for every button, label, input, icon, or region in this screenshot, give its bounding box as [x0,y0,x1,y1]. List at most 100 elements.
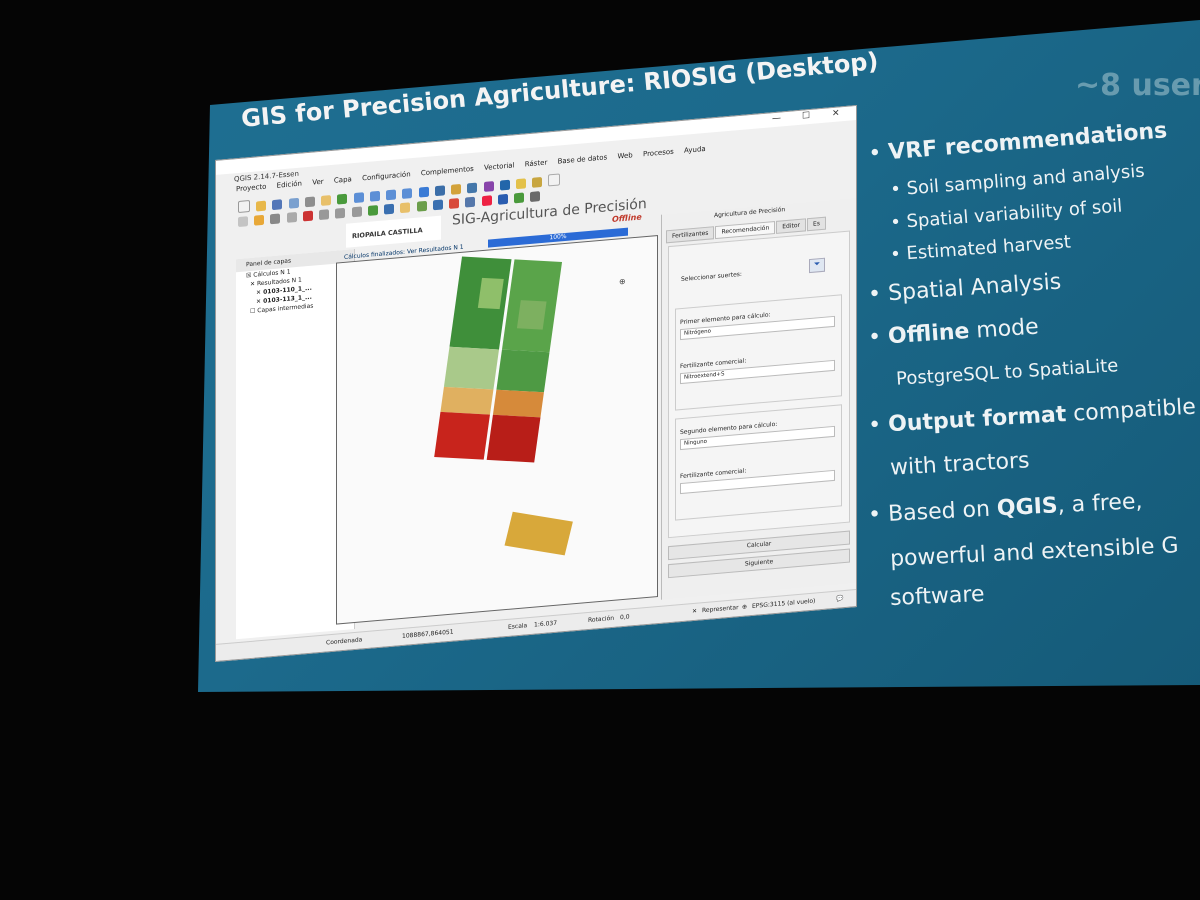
menu-complementos[interactable]: Complementos [421,165,474,178]
toggle-edit-icon[interactable] [254,214,265,226]
pan-to-selection-icon[interactable] [337,193,348,205]
plugin-b-icon[interactable] [432,199,443,211]
map-canvas[interactable]: ⊕ [336,235,658,625]
select-suertes-label: Seleccionar suertes: [681,270,742,284]
menu-base-de-datos[interactable]: Base de datos [558,153,608,165]
render-label: Representar [702,604,739,615]
bullet-prefix: • [889,243,908,266]
bullet-text: with tractors [889,448,1031,481]
menu-configuracion[interactable]: Configuración [362,170,411,182]
menu-ayuda[interactable]: Ayuda [684,145,706,155]
map-svg: ⊕ [434,256,626,556]
edit-pencil-icon[interactable] [238,216,248,228]
render-checkbox-icon[interactable]: ✕ [692,608,697,615]
menu-capa[interactable]: Capa [334,175,352,185]
measure-icon[interactable] [499,179,510,191]
delete-feature-icon[interactable] [302,210,313,222]
bullet-prefix: • [867,281,890,308]
company-logo: RIOPAILA CASTILLA [346,215,441,248]
crs-button[interactable]: EPSG:3115 (al vuelo) [752,598,815,610]
field-patch [516,300,547,330]
small-field-polygon [504,511,573,556]
bullet-software: software [889,582,984,611]
bullet-text: mode [968,314,1040,344]
identify-icon[interactable] [434,185,445,197]
scale-value[interactable]: 1:6.037 [534,620,557,629]
menu-edicion[interactable]: Edición [277,180,302,190]
bullet-text: , a free, [1057,489,1144,519]
plugin-d-icon[interactable] [465,196,476,208]
menu-vectorial[interactable]: Vectorial [484,161,515,172]
pan-hand-icon[interactable] [321,195,332,206]
help-icon[interactable] [548,173,561,187]
bullet-prefix: • [867,140,890,167]
bullet-output-format: • Output format compatible [868,395,1197,439]
sum-icon[interactable] [483,181,494,192]
add-vector-icon[interactable] [384,203,395,215]
plugin-e-icon[interactable] [481,195,492,207]
coordinate-label: Coordenada [326,636,363,647]
bullet-text: Estimated harvest [905,231,1072,265]
plugin-a-icon[interactable] [416,200,427,212]
plugin-c-icon[interactable] [449,198,460,209]
tab-es[interactable]: Es [807,216,826,232]
zoom-in-icon[interactable] [353,192,364,204]
field-mid-west [443,346,500,390]
close-icon[interactable]: ✕ [832,108,840,119]
tab-fertilizantes[interactable]: Fertilizantes [666,226,715,244]
plugin-f-icon[interactable] [513,192,524,204]
slide-bullets: • VRF recommendations • Soil sampling an… [860,0,1200,900]
new-project-icon[interactable] [238,199,250,214]
paste-icon[interactable] [351,206,362,218]
bullet-spatial-variability: • Spatial variability of soil [890,196,1123,234]
copy-icon[interactable] [335,207,346,219]
rotation-value[interactable]: 0,0 [620,613,630,621]
cut-icon[interactable] [319,209,330,221]
bullet-bold: Offline [887,318,971,350]
filter-icon[interactable]: ⏷ [809,257,825,274]
crs-icon: ⊕ [742,603,748,611]
add-raster-icon[interactable] [367,205,378,216]
menu-web[interactable]: Web [617,151,632,160]
tips-icon[interactable] [532,176,543,188]
bullet-postgresql: PostgreSQL to SpatiaLite [896,355,1119,390]
select-icon[interactable] [451,183,462,195]
tab-editor[interactable]: Editor [776,218,807,234]
tab-recomendacion[interactable]: Recomendación [715,220,776,240]
tch-icon[interactable] [497,193,508,205]
annotation-icon[interactable] [515,178,526,190]
rotation-label: Rotación [588,614,615,625]
bullet-prefix: • [867,324,889,351]
panel-title: Agricultura de Precisión [714,206,786,220]
menu-ver[interactable]: Ver [312,178,323,187]
save-as-icon[interactable] [288,197,299,209]
maximize-icon[interactable]: ☐ [802,111,810,122]
refresh-icon[interactable] [418,186,429,198]
open-folder-icon[interactable] [256,200,267,212]
bullet-prefix: • [867,412,889,439]
coordinate-value[interactable]: 1088867,864051 [402,629,454,640]
small-field [504,511,573,556]
first-element-group: Primer elemento para cálculo: Nitrógeno … [675,294,842,411]
attribute-table-icon[interactable] [467,182,478,194]
messages-icon[interactable]: 💬 [836,595,843,603]
zoom-out-icon[interactable] [369,190,380,202]
menu-raster[interactable]: Ráster [525,159,548,169]
bullet-bold: QGIS [996,493,1059,522]
offline-label: Offline [612,212,642,224]
move-feature-icon[interactable] [286,211,297,223]
bullet-text: Soil sampling and analysis [905,160,1146,200]
minimize-icon[interactable]: — [772,113,781,124]
scale-label: Escala [508,622,528,631]
print-icon[interactable] [304,196,315,208]
save-icon[interactable] [272,199,283,211]
zoom-full-icon[interactable] [386,189,397,201]
bullet-bold: VRF recommendations [887,118,1169,166]
calculator-icon[interactable] [530,191,541,202]
add-feature-icon[interactable] [270,213,281,225]
recommendation-form: Seleccionar suertes: ⏷ Primer elemento p… [668,230,850,539]
add-text-layer-icon[interactable] [400,202,411,214]
menu-proyecto[interactable]: Proyecto [236,183,266,194]
zoom-layer-icon[interactable] [402,188,413,199]
menu-procesos[interactable]: Procesos [643,148,674,159]
